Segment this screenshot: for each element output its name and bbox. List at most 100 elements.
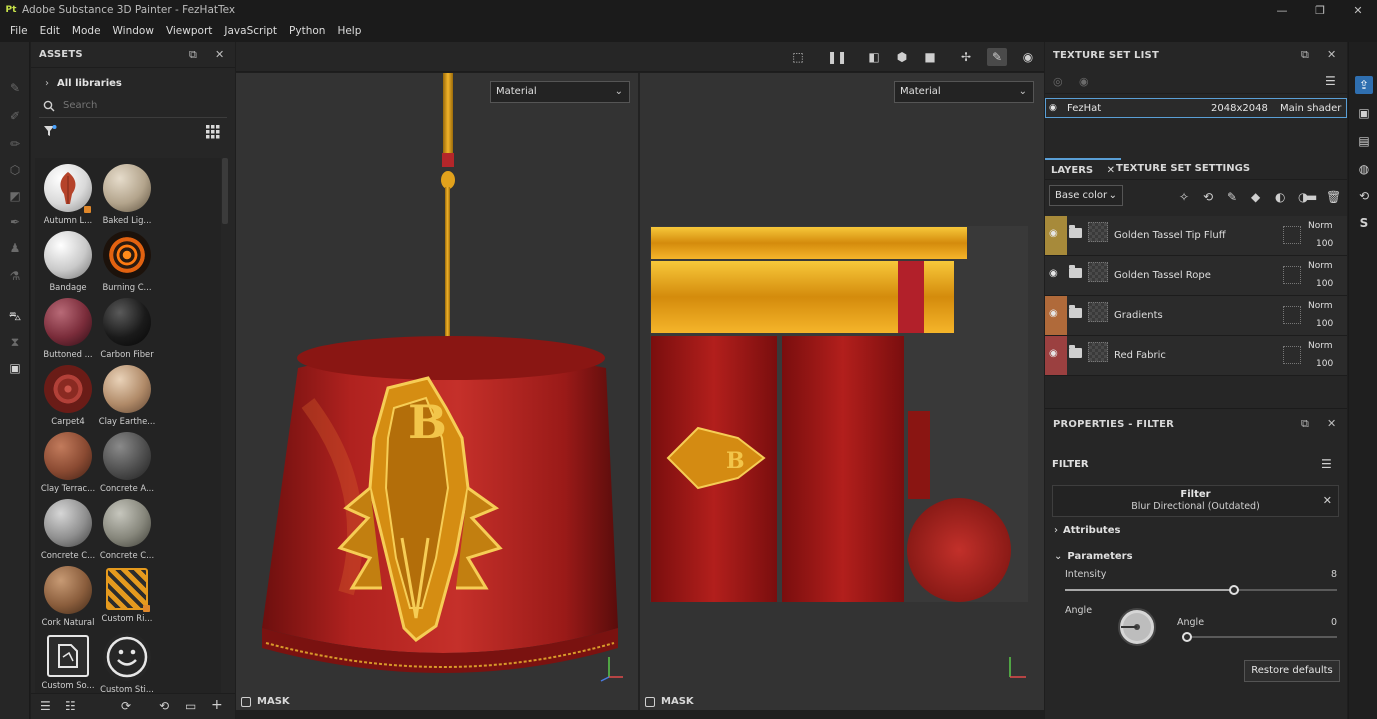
mask-toggle-left[interactable]: MASK: [241, 696, 290, 707]
close-assets-icon[interactable]: ✕: [215, 48, 224, 61]
undock-icon[interactable]: ⧉: [1301, 48, 1309, 62]
asset-item[interactable]: Clay Earthe...: [98, 361, 156, 427]
eye-icon[interactable]: ◉: [1049, 228, 1058, 239]
asset-item[interactable]: Carpet4: [39, 361, 97, 427]
refresh-icon[interactable]: ⟳: [121, 699, 131, 713]
layer-opacity[interactable]: 100: [1316, 359, 1333, 369]
new-folder-icon[interactable]: ▭: [185, 699, 196, 713]
delete-icon[interactable]: 🗑: [1326, 190, 1341, 204]
add-icon[interactable]: +: [211, 697, 223, 713]
iray-icon[interactable]: ✢: [956, 48, 976, 66]
close-panel-icon[interactable]: ✕: [1327, 417, 1336, 430]
list-view-icon[interactable]: ☰: [40, 699, 51, 713]
color-picker-icon[interactable]: ⚗: [7, 268, 23, 284]
hide-ui-icon[interactable]: ⬚: [788, 48, 808, 66]
asset-item[interactable]: Custom Ri...: [98, 562, 156, 628]
filter-icon[interactable]: [43, 124, 57, 138]
asset-item[interactable]: Concrete C...: [39, 495, 97, 561]
asset-item[interactable]: Bandage: [39, 227, 97, 293]
mesh-icon[interactable]: ⬢: [892, 48, 912, 66]
library-selector[interactable]: › All libraries: [31, 72, 235, 94]
menu-javascript[interactable]: JavaScript: [218, 25, 283, 37]
layer-row[interactable]: ◉ Gradients Norm 100: [1045, 296, 1347, 336]
angle-slider-handle[interactable]: [1182, 632, 1192, 642]
close-window-button[interactable]: ✕: [1339, 0, 1377, 20]
undock-icon[interactable]: ⧉: [189, 48, 197, 62]
asset-item[interactable]: Baked Lig...: [98, 160, 156, 226]
eye-icon[interactable]: ◉: [1079, 75, 1089, 88]
angle-slider[interactable]: [1183, 636, 1337, 638]
attributes-section[interactable]: › Attributes: [1054, 525, 1120, 536]
stamp-icon[interactable]: ♟: [7, 240, 23, 256]
magic-wand-icon[interactable]: ✧: [1179, 190, 1189, 204]
texture-set-row[interactable]: ◉ FezHat 2048x2048 Main shader: [1045, 98, 1347, 118]
asset-item[interactable]: Autumn L...: [39, 160, 97, 226]
asset-item[interactable]: Burning C...: [98, 227, 156, 293]
asset-item[interactable]: Clay Terrac...: [39, 428, 97, 494]
asset-item[interactable]: Custom So...: [39, 629, 97, 694]
add-effect-icon[interactable]: ◐: [1275, 190, 1285, 204]
projection-icon[interactable]: ✏: [7, 136, 23, 152]
restore-defaults-button[interactable]: Restore defaults: [1244, 660, 1340, 682]
search-input[interactable]: [63, 100, 203, 111]
minimize-button[interactable]: —: [1263, 0, 1301, 20]
visibility-off-icon[interactable]: ◎: [1053, 75, 1063, 88]
bake-icon[interactable]: ▣: [7, 360, 23, 376]
menu-python[interactable]: Python: [283, 25, 331, 37]
brush-layer-icon[interactable]: ✎: [1227, 190, 1237, 204]
smart-material-icon[interactable]: ⟲: [1203, 190, 1213, 204]
filter-resource[interactable]: Filter Blur Directional (Outdated) ✕: [1052, 485, 1339, 517]
angle-dial[interactable]: [1115, 605, 1159, 649]
screenshot-camera-icon[interactable]: ◉: [1018, 48, 1038, 66]
angle-value[interactable]: 0: [1331, 617, 1337, 628]
paint-mode-icon[interactable]: ✎: [987, 48, 1007, 66]
viewport-3d[interactable]: B Material ⌄ MASK: [236, 73, 638, 710]
menu-mode[interactable]: Mode: [66, 25, 107, 37]
intensity-slider-handle[interactable]: [1228, 585, 1239, 595]
smudge-icon[interactable]: ◩: [7, 188, 23, 204]
asset-item[interactable]: Carbon Fiber: [98, 294, 156, 360]
history-icon[interactable]: ⟲: [1355, 187, 1373, 205]
grid-view-icon[interactable]: [206, 125, 220, 139]
clear-filter-icon[interactable]: ✕: [1323, 494, 1332, 507]
log-icon[interactable]: ▤: [1355, 132, 1373, 150]
fill-layer-icon[interactable]: ◆: [1251, 190, 1260, 204]
blend-mode[interactable]: Norm: [1308, 261, 1333, 271]
close-panel-icon[interactable]: ✕: [1327, 48, 1336, 61]
channel-view-select-left[interactable]: Material ⌄: [490, 81, 630, 103]
pause-icon[interactable]: ❚❚: [827, 48, 847, 66]
layer-row[interactable]: ◉ Golden Tassel Rope Norm 100: [1045, 256, 1347, 296]
blend-mode[interactable]: Norm: [1308, 301, 1333, 311]
menu-file[interactable]: File: [4, 25, 34, 37]
asset-item[interactable]: Buttoned ...: [39, 294, 97, 360]
assets-scrollbar[interactable]: [222, 158, 228, 224]
blend-mode[interactable]: Norm: [1308, 221, 1333, 231]
asset-item[interactable]: Concrete A...: [98, 428, 156, 494]
environment-icon[interactable]: ◍: [1355, 160, 1373, 178]
asset-item[interactable]: Custom Sti...: [98, 629, 156, 694]
menu-window[interactable]: Window: [107, 25, 160, 37]
channel-view-select-right[interactable]: Material ⌄: [894, 81, 1034, 103]
geometry-fill-icon[interactable]: ⬡: [7, 162, 23, 178]
menu-icon[interactable]: ☰: [1321, 457, 1332, 471]
paint-brush-icon[interactable]: ✎: [7, 80, 23, 96]
tab-texture-set-settings[interactable]: TEXTURE SET SETTINGS: [1110, 158, 1256, 180]
polygon-fill-icon[interactable]: ⛍: [7, 308, 23, 324]
list-detail-icon[interactable]: ☷: [65, 699, 76, 713]
folder-icon[interactable]: ▬: [1306, 190, 1317, 204]
layer-row[interactable]: ◉ Golden Tassel Tip Fluff Norm 100: [1045, 216, 1347, 256]
viewport-2d[interactable]: B Material ⌄ MASK: [640, 73, 1044, 710]
eraser-icon[interactable]: ✐: [7, 108, 23, 124]
menu-viewport[interactable]: Viewport: [160, 25, 218, 37]
undock-icon[interactable]: ⧉: [1301, 417, 1309, 431]
menu-help[interactable]: Help: [331, 25, 367, 37]
menu-edit[interactable]: Edit: [34, 25, 66, 37]
intensity-value[interactable]: 8: [1331, 569, 1337, 580]
menu-icon[interactable]: ☰: [1325, 74, 1336, 88]
layer-opacity[interactable]: 100: [1316, 319, 1333, 329]
export-icon[interactable]: ⇪: [1355, 76, 1373, 94]
substance-s-icon[interactable]: S: [1355, 214, 1373, 232]
layer-row[interactable]: ◉ Red Fabric Norm 100: [1045, 336, 1347, 376]
eye-icon[interactable]: ◉: [1049, 268, 1058, 279]
blend-mode[interactable]: Norm: [1308, 341, 1333, 351]
